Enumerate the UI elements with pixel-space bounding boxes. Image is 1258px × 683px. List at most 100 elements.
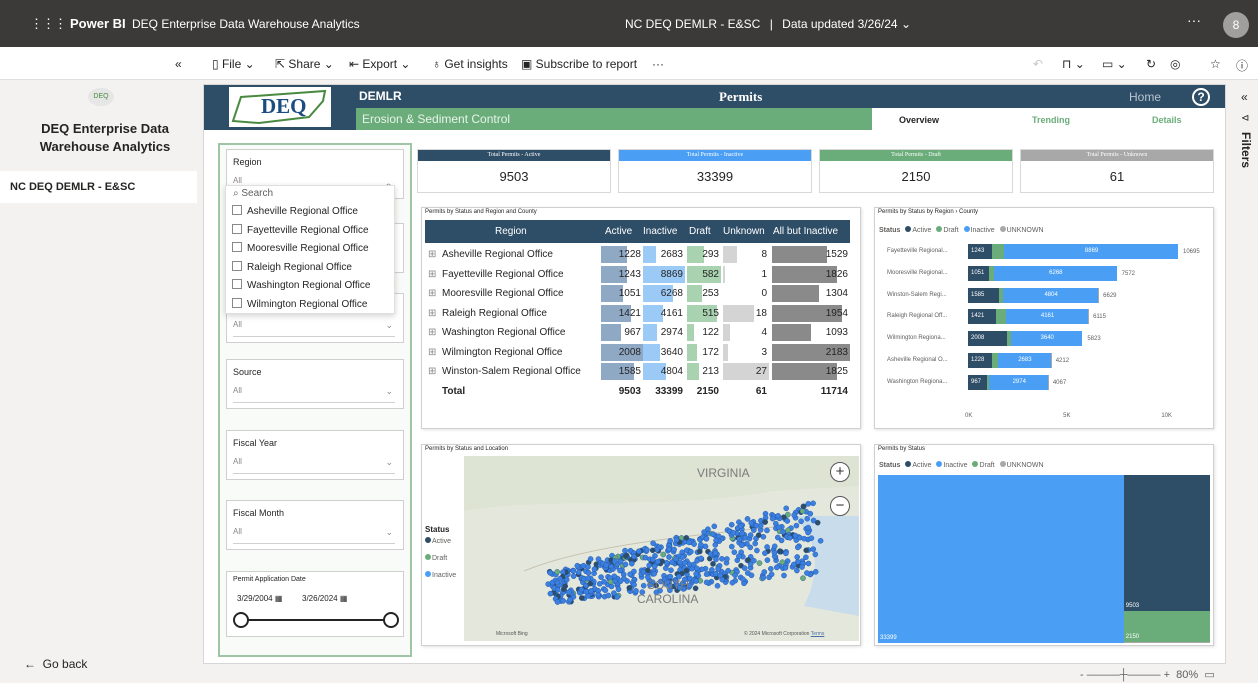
map-point[interactable] bbox=[803, 554, 809, 561]
expand-icon[interactable]: ⊞ bbox=[428, 366, 436, 377]
map-point[interactable] bbox=[794, 554, 801, 560]
map-point[interactable] bbox=[771, 549, 778, 556]
matrix-header-all-but-inactive[interactable]: All but Inactive bbox=[773, 226, 838, 237]
end-date-input[interactable]: 3/26/2024 ▦ bbox=[302, 594, 347, 603]
map-point[interactable] bbox=[554, 569, 560, 575]
map-point[interactable] bbox=[666, 554, 672, 560]
collapse-nav-icon[interactable]: « bbox=[175, 57, 182, 71]
fiscal-year-value[interactable]: All ⌄ bbox=[233, 457, 395, 474]
region-option[interactable]: Washington Regional Office bbox=[232, 279, 370, 291]
legend-item-draft[interactable]: Draft bbox=[969, 461, 995, 469]
map-point[interactable] bbox=[698, 541, 704, 548]
region-option[interactable]: Raleigh Regional Office bbox=[232, 261, 352, 273]
map-point[interactable] bbox=[692, 585, 699, 592]
map-point[interactable] bbox=[781, 572, 787, 579]
map-point[interactable] bbox=[560, 598, 566, 604]
legend-item-draft[interactable]: Draft bbox=[933, 226, 959, 234]
expand-icon[interactable]: ⊞ bbox=[428, 288, 436, 299]
map-zoom-in-button[interactable]: + bbox=[830, 462, 850, 482]
map-point[interactable] bbox=[760, 534, 767, 540]
map-point[interactable] bbox=[622, 547, 628, 554]
checkbox[interactable] bbox=[232, 224, 242, 234]
map-point[interactable] bbox=[764, 557, 771, 563]
legend-item-inactive[interactable]: Inactive bbox=[961, 226, 995, 234]
map-point[interactable] bbox=[683, 567, 690, 574]
map-point[interactable] bbox=[814, 519, 821, 526]
legend-item-active[interactable]: Active bbox=[902, 226, 931, 234]
region-option[interactable]: Asheville Regional Office bbox=[232, 205, 358, 217]
map-point[interactable] bbox=[736, 553, 742, 559]
map-point[interactable] bbox=[794, 544, 801, 551]
map-point[interactable] bbox=[611, 590, 617, 596]
map-point[interactable] bbox=[753, 522, 760, 529]
map-point[interactable] bbox=[588, 587, 594, 594]
map-point[interactable] bbox=[612, 558, 618, 564]
map-point[interactable] bbox=[628, 560, 635, 567]
map-point[interactable] bbox=[651, 563, 658, 569]
map-point[interactable] bbox=[762, 519, 769, 525]
map-point[interactable] bbox=[762, 550, 768, 556]
map-point[interactable] bbox=[747, 532, 754, 538]
map-point[interactable] bbox=[570, 568, 577, 574]
map-point[interactable] bbox=[603, 562, 609, 569]
map-point[interactable] bbox=[622, 553, 629, 559]
map-point[interactable] bbox=[598, 574, 604, 580]
expand-icon[interactable]: ⊞ bbox=[428, 269, 436, 280]
map-point[interactable] bbox=[591, 566, 598, 572]
map-point[interactable] bbox=[686, 539, 692, 546]
map-point[interactable] bbox=[799, 564, 805, 570]
export-menu[interactable]: ⇤ Export ⌄ bbox=[349, 57, 410, 71]
map-point[interactable] bbox=[602, 587, 609, 594]
table-row[interactable]: ⊞ Fayetteville Regional Office 1243 8869 582… bbox=[425, 265, 850, 284]
map-point[interactable] bbox=[710, 531, 716, 537]
bookmark-icon[interactable]: ⊓ ⌄ bbox=[1062, 57, 1085, 71]
table-row[interactable]: ⊞ Asheville Regional Office 1228 2683 293 8 15… bbox=[425, 245, 850, 264]
map-point[interactable] bbox=[709, 567, 715, 573]
application-date-slicer[interactable]: Permit Application Date 3/29/2004 ▦ 3/26… bbox=[226, 571, 404, 637]
end-date-handle[interactable] bbox=[383, 612, 399, 628]
region-option[interactable]: Mooresville Regional Office bbox=[232, 242, 369, 254]
map-point[interactable] bbox=[615, 586, 622, 593]
map-zoom-out-button[interactable]: − bbox=[830, 496, 850, 516]
map-point[interactable] bbox=[755, 532, 762, 538]
matrix-header-inactive[interactable]: Inactive bbox=[643, 226, 677, 237]
map-point[interactable] bbox=[703, 535, 710, 542]
map-point[interactable] bbox=[703, 571, 710, 577]
map-point[interactable] bbox=[741, 565, 748, 571]
map-point[interactable] bbox=[712, 550, 719, 556]
map-point[interactable] bbox=[595, 591, 601, 598]
map-point[interactable] bbox=[724, 556, 730, 562]
bar-segment-draft[interactable] bbox=[995, 309, 1006, 325]
map-point[interactable] bbox=[804, 515, 811, 522]
map-point[interactable] bbox=[617, 567, 623, 574]
map-point[interactable] bbox=[665, 546, 672, 553]
map-point[interactable] bbox=[769, 515, 776, 522]
table-row[interactable]: ⊞ Raleigh Regional Office 1421 4161 515 18 195… bbox=[425, 304, 850, 323]
map-point[interactable] bbox=[679, 554, 686, 560]
map-point[interactable] bbox=[596, 581, 603, 587]
region-option[interactable]: Fayetteville Regional Office bbox=[232, 224, 369, 236]
matrix-header-unknown[interactable]: Unknown bbox=[723, 226, 765, 237]
map-point[interactable] bbox=[608, 563, 615, 570]
checkbox[interactable] bbox=[232, 261, 242, 271]
map-point[interactable] bbox=[549, 579, 556, 586]
map-point[interactable] bbox=[812, 551, 819, 558]
map-point[interactable] bbox=[566, 589, 572, 596]
map-point[interactable] bbox=[794, 559, 801, 565]
toolbar-more-icon[interactable]: ··· bbox=[652, 57, 664, 71]
map-point[interactable] bbox=[668, 567, 674, 573]
map-point[interactable] bbox=[748, 572, 755, 579]
power-bi-brand[interactable]: Power BI bbox=[70, 16, 126, 31]
home-button[interactable]: Home bbox=[1129, 90, 1161, 104]
bar-segment-unknown[interactable] bbox=[1097, 287, 1099, 303]
map-point[interactable] bbox=[631, 553, 637, 560]
map-point[interactable] bbox=[793, 522, 800, 529]
calendar-icon[interactable]: ▦ bbox=[275, 594, 283, 603]
table-row[interactable]: ⊞ Winston-Salem Regional Office 1585 4804 21… bbox=[425, 362, 850, 381]
map-point[interactable] bbox=[728, 543, 735, 550]
map-point[interactable] bbox=[691, 541, 697, 547]
map-point[interactable] bbox=[745, 557, 752, 563]
map-point[interactable] bbox=[760, 574, 767, 581]
report-title[interactable]: NC DEQ DEMLR - E&SC | Data updated 3/26/… bbox=[625, 17, 911, 31]
map-point[interactable] bbox=[805, 501, 812, 507]
